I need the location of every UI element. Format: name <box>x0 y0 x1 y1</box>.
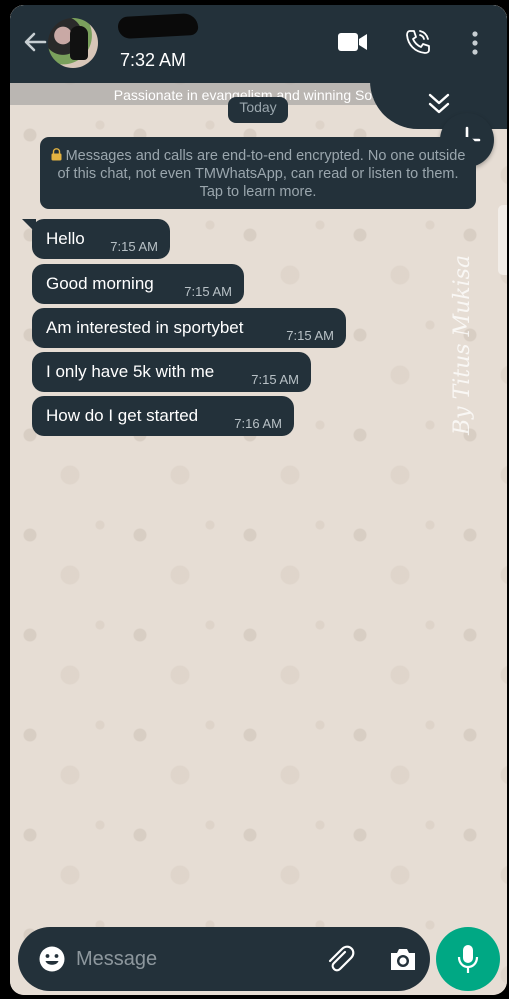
message-text: Am interested in sportybet <box>46 318 244 337</box>
encryption-notice-text: Messages and calls are end-to-end encryp… <box>57 148 466 200</box>
message-bubble[interactable]: How do I get started 7:16 AM <box>32 396 294 436</box>
message-time: 7:16 AM <box>234 416 282 431</box>
message-bubble[interactable]: Am interested in sportybet 7:15 AM <box>32 308 346 348</box>
attach-icon[interactable] <box>326 944 358 976</box>
lock-icon <box>51 148 62 161</box>
header-time: 7:32 AM <box>120 50 187 70</box>
chat-header: 7:32 AM <box>10 5 507 83</box>
watermark-text: By Titus Mukisa <box>450 254 475 435</box>
message-time: 7:15 AM <box>251 372 299 387</box>
encryption-notice[interactable]: Messages and calls are end-to-end encryp… <box>40 137 476 209</box>
message-time: 7:15 AM <box>286 328 334 343</box>
message-bubble[interactable]: Hello 7:15 AM <box>32 219 170 259</box>
redacted-contact-name[interactable] <box>117 12 199 40</box>
message-bubble[interactable]: I only have 5k with me 7:15 AM <box>32 352 311 392</box>
message-text: Hello <box>46 229 85 248</box>
message-text: I only have 5k with me <box>46 362 215 381</box>
message-time: 7:15 AM <box>184 284 232 299</box>
message-bubble[interactable]: Good morning 7:15 AM <box>32 264 244 304</box>
message-text: Good morning <box>46 274 154 293</box>
message-time: 7:15 AM <box>110 239 158 254</box>
side-drawer-handle[interactable] <box>498 205 507 275</box>
emoji-icon[interactable] <box>38 945 66 973</box>
voice-call-icon[interactable] <box>403 27 433 57</box>
chat-screen: 7:32 AM Passionate in evangelism and win… <box>10 5 507 995</box>
mic-icon <box>457 945 479 973</box>
video-call-icon[interactable] <box>338 31 368 53</box>
camera-icon[interactable] <box>388 945 418 973</box>
date-chip: Today <box>228 97 288 123</box>
message-text: How do I get started <box>46 406 199 425</box>
back-arrow-icon[interactable] <box>20 27 50 57</box>
double-chevron-down-icon[interactable] <box>426 91 452 117</box>
message-input[interactable] <box>76 945 316 973</box>
more-options-icon[interactable] <box>470 29 480 59</box>
message-composer <box>18 927 430 991</box>
mic-button[interactable] <box>436 927 500 991</box>
contact-avatar[interactable] <box>48 18 98 68</box>
